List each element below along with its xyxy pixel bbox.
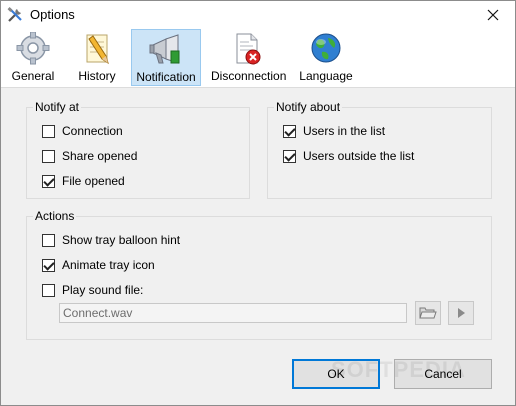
share-opened-checkbox[interactable]: Share opened (42, 148, 137, 164)
tab-label: History (78, 69, 116, 83)
play-sound-file-checkbox[interactable]: Play sound file: (42, 282, 143, 298)
close-icon (487, 9, 499, 21)
checkbox-label: Play sound file: (62, 283, 144, 297)
animate-tray-icon-checkbox[interactable]: Animate tray icon (42, 257, 155, 273)
checkbox-label: Animate tray icon (62, 258, 155, 272)
tab-label: Notification (136, 70, 196, 84)
checkbox-label: Users in the list (303, 124, 386, 138)
group-title: Notify at (33, 100, 82, 114)
users-outside-list-checkbox[interactable]: Users outside the list (283, 148, 414, 164)
tab-label: Language (299, 69, 353, 83)
document-error-icon (236, 33, 261, 65)
tab-history[interactable]: History (73, 29, 121, 86)
window-title: Options (30, 7, 75, 22)
group-title: Notify about (274, 100, 343, 114)
globe-icon (311, 33, 341, 63)
title-bar: Options (1, 1, 515, 29)
megaphone-icon (149, 34, 180, 64)
folder-open-icon (419, 307, 437, 319)
options-window: Options General History Notification Dis… (0, 0, 516, 406)
tab-language[interactable]: Language (297, 29, 355, 86)
watermark: SOFTPEDIA (331, 357, 466, 382)
checkbox-box[interactable] (42, 283, 55, 297)
checkbox-label: Show tray balloon hint (62, 233, 181, 247)
tools-icon (7, 7, 22, 22)
play-icon (458, 308, 465, 318)
file-opened-checkbox[interactable]: File opened (42, 173, 125, 189)
checkbox-label: Share opened (62, 149, 138, 163)
checkbox-label: Connection (62, 124, 123, 138)
checkbox-box[interactable] (42, 233, 55, 247)
checkbox-box[interactable] (42, 149, 55, 163)
options-tab-bar: General History Notification Disconnecti… (1, 29, 515, 88)
checkbox-box[interactable] (42, 258, 55, 272)
checkbox-box[interactable] (42, 124, 55, 138)
group-title: Actions (33, 209, 77, 223)
checkbox-label: Users outside the list (303, 149, 415, 163)
users-in-list-checkbox[interactable]: Users in the list (283, 123, 385, 139)
checkbox-box[interactable] (283, 124, 296, 138)
sound-file-input[interactable]: Connect.wav (59, 303, 407, 323)
tab-notification[interactable]: Notification (131, 29, 201, 86)
tab-label: Disconnection (211, 69, 287, 83)
close-button[interactable] (471, 1, 515, 29)
tab-general[interactable]: General (7, 29, 59, 86)
connection-checkbox[interactable]: Connection (42, 123, 123, 139)
gear-icon (16, 32, 50, 65)
checkbox-label: File opened (62, 174, 125, 188)
tab-disconnection[interactable]: Disconnection (211, 29, 287, 86)
show-balloon-hint-checkbox[interactable]: Show tray balloon hint (42, 232, 180, 248)
checkbox-box[interactable] (283, 149, 296, 163)
play-sound-button[interactable] (448, 301, 474, 325)
checkbox-box[interactable] (42, 174, 55, 188)
pencil-paper-icon (86, 34, 109, 65)
tab-label: General (11, 69, 55, 83)
browse-button[interactable] (415, 301, 441, 325)
